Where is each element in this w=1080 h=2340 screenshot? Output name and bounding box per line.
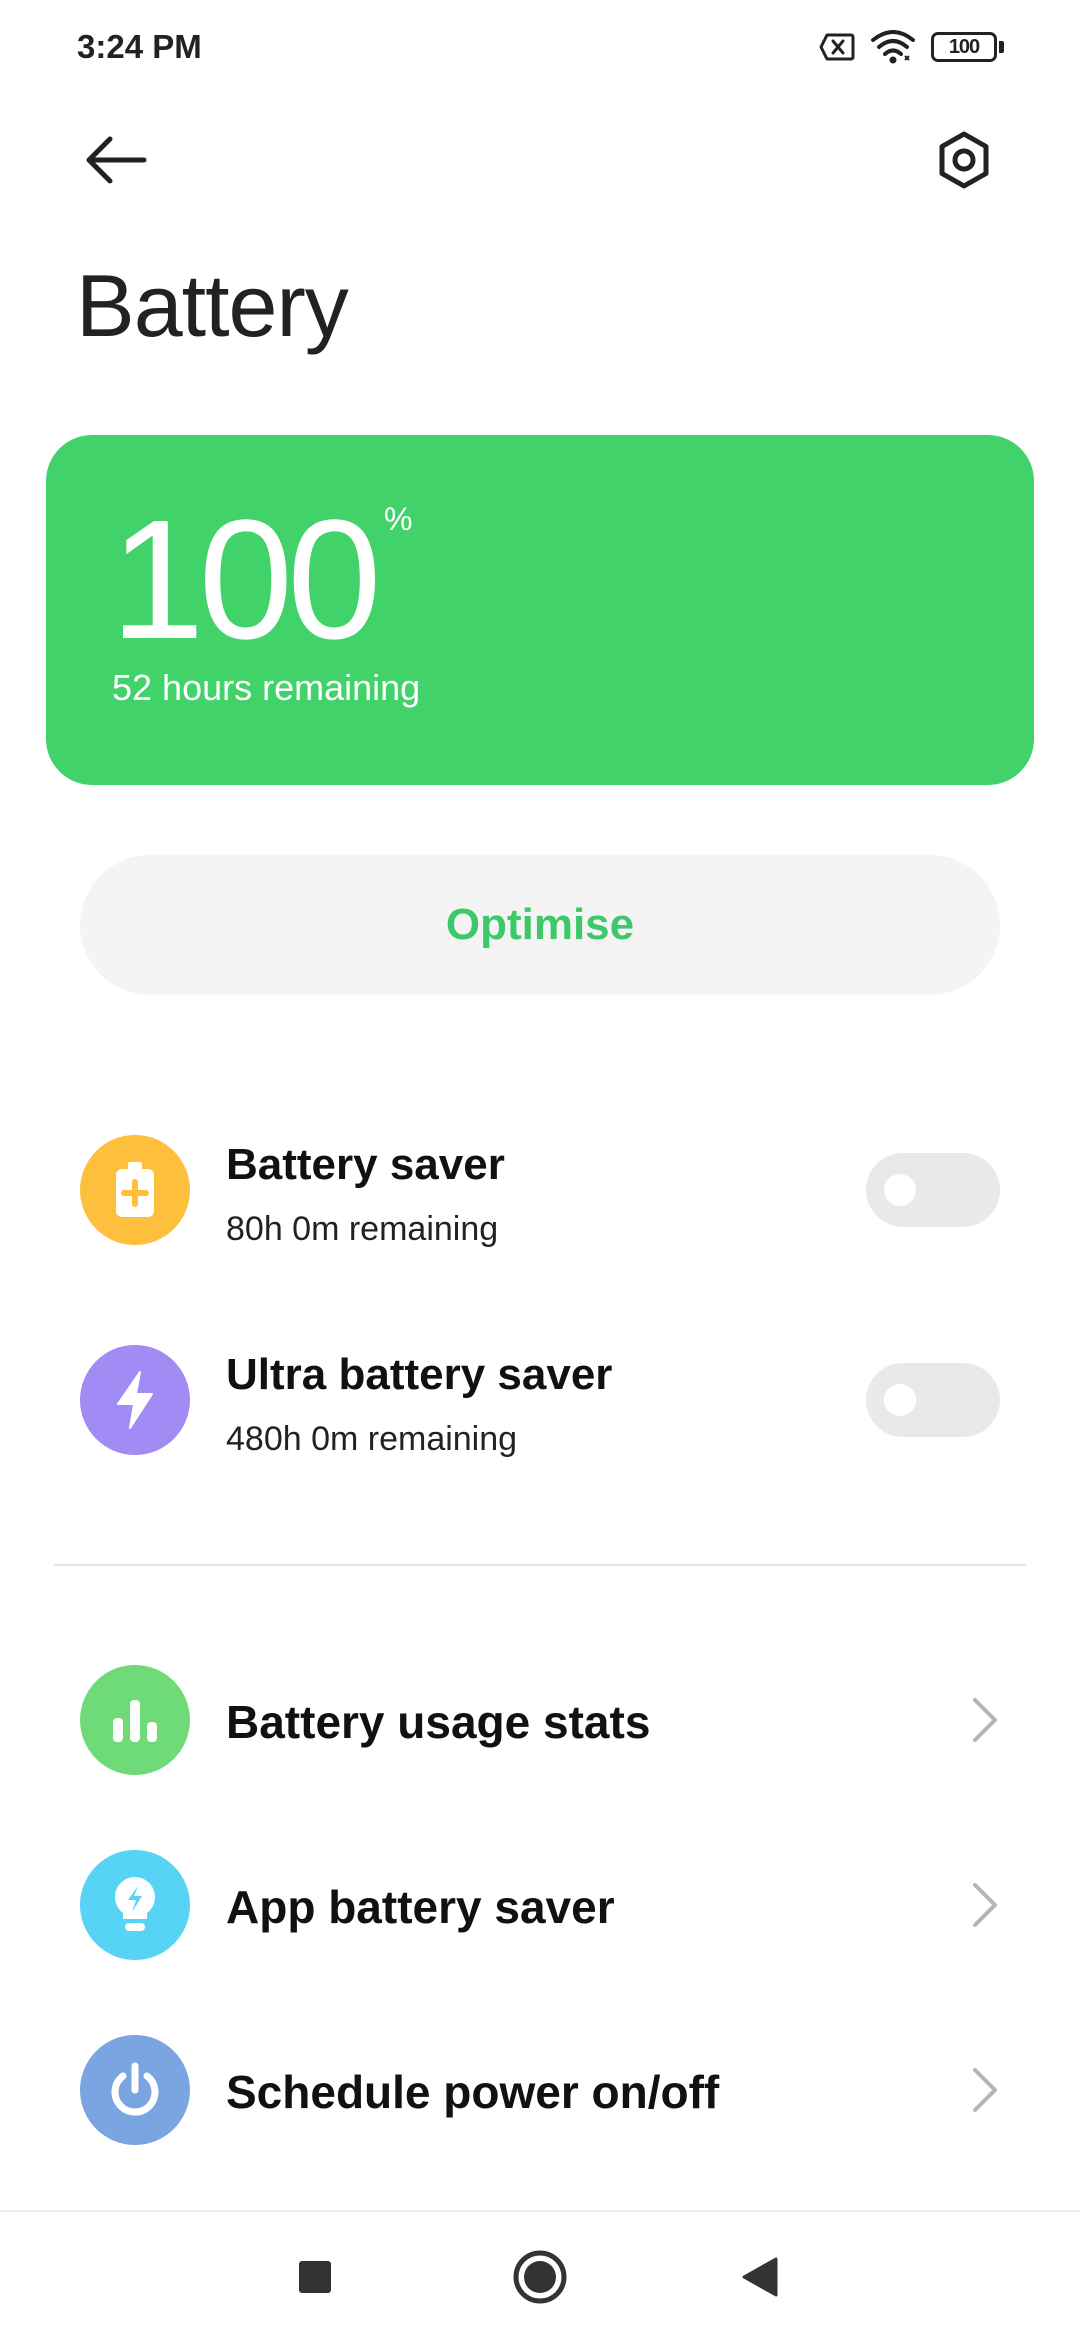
battery-saver-title: Battery saver [226,1140,505,1189]
battery-remaining: 52 hours remaining [112,667,421,708]
ultra-battery-saver-row[interactable]: Ultra battery saver 480h 0m remaining [0,1320,1080,1480]
battery-tip [999,41,1004,53]
battery-card: 100 % 52 hours remaining [46,435,1034,785]
chevron-right-icon [973,1698,997,1742]
schedule-power-row[interactable]: Schedule power on/off [0,2015,1080,2165]
chevron-right-icon [973,1883,997,1927]
battery-plus-icon [80,1135,190,1245]
no-sim-icon [819,33,855,61]
battery-status-level: 100 [931,32,997,62]
home-button[interactable] [505,2242,575,2312]
status-icons: 100 [819,30,1004,64]
status-bar: 3:24 PM 100 [0,0,1080,100]
schedule-power-title: Schedule power on/off [226,2066,720,2118]
arrow-left-icon [86,136,147,184]
battery-unit: % [384,501,413,537]
ultra-battery-saver-subtitle: 480h 0m remaining [226,1420,518,1458]
battery-saver-subtitle: 80h 0m remaining [226,1210,499,1248]
app-battery-saver-row[interactable]: App battery saver [0,1830,1080,1980]
status-time: 3:24 PM [77,28,202,65]
recents-button[interactable] [280,2242,350,2312]
battery-saver-toggle[interactable] [866,1153,1000,1227]
divider [54,1564,1026,1566]
page-title: Battery [76,256,349,355]
toggle-knob [884,1384,916,1416]
battery-usage-stats-title: Battery usage stats [226,1696,651,1748]
navigation-bar [0,2210,1080,2340]
battery-usage-stats-row[interactable]: Battery usage stats [0,1645,1080,1795]
ultra-battery-saver-toggle[interactable] [866,1363,1000,1437]
wifi-icon [871,30,915,64]
toggle-knob [884,1174,916,1206]
ultra-battery-saver-title: Ultra battery saver [226,1350,613,1399]
lightbulb-icon [80,1850,190,1960]
recents-icon [299,2261,331,2293]
battery-icon: 100 [931,32,1004,62]
chevron-right-icon [973,2068,997,2112]
back-button[interactable] [76,120,156,200]
settings-button[interactable] [924,120,1004,200]
optimise-button[interactable]: Optimise [80,855,1000,995]
app-battery-saver-title: App battery saver [226,1881,615,1933]
lightning-icon [80,1345,190,1455]
back-nav-button[interactable] [725,2242,795,2312]
bar-chart-icon [80,1665,190,1775]
back-triangle-icon [742,2257,778,2297]
home-icon [513,2250,567,2304]
battery-level: 100 [110,485,382,675]
hexagon-settings-icon [939,131,989,189]
power-icon [80,2035,190,2145]
battery-saver-row[interactable]: Battery saver 80h 0m remaining [0,1110,1080,1270]
